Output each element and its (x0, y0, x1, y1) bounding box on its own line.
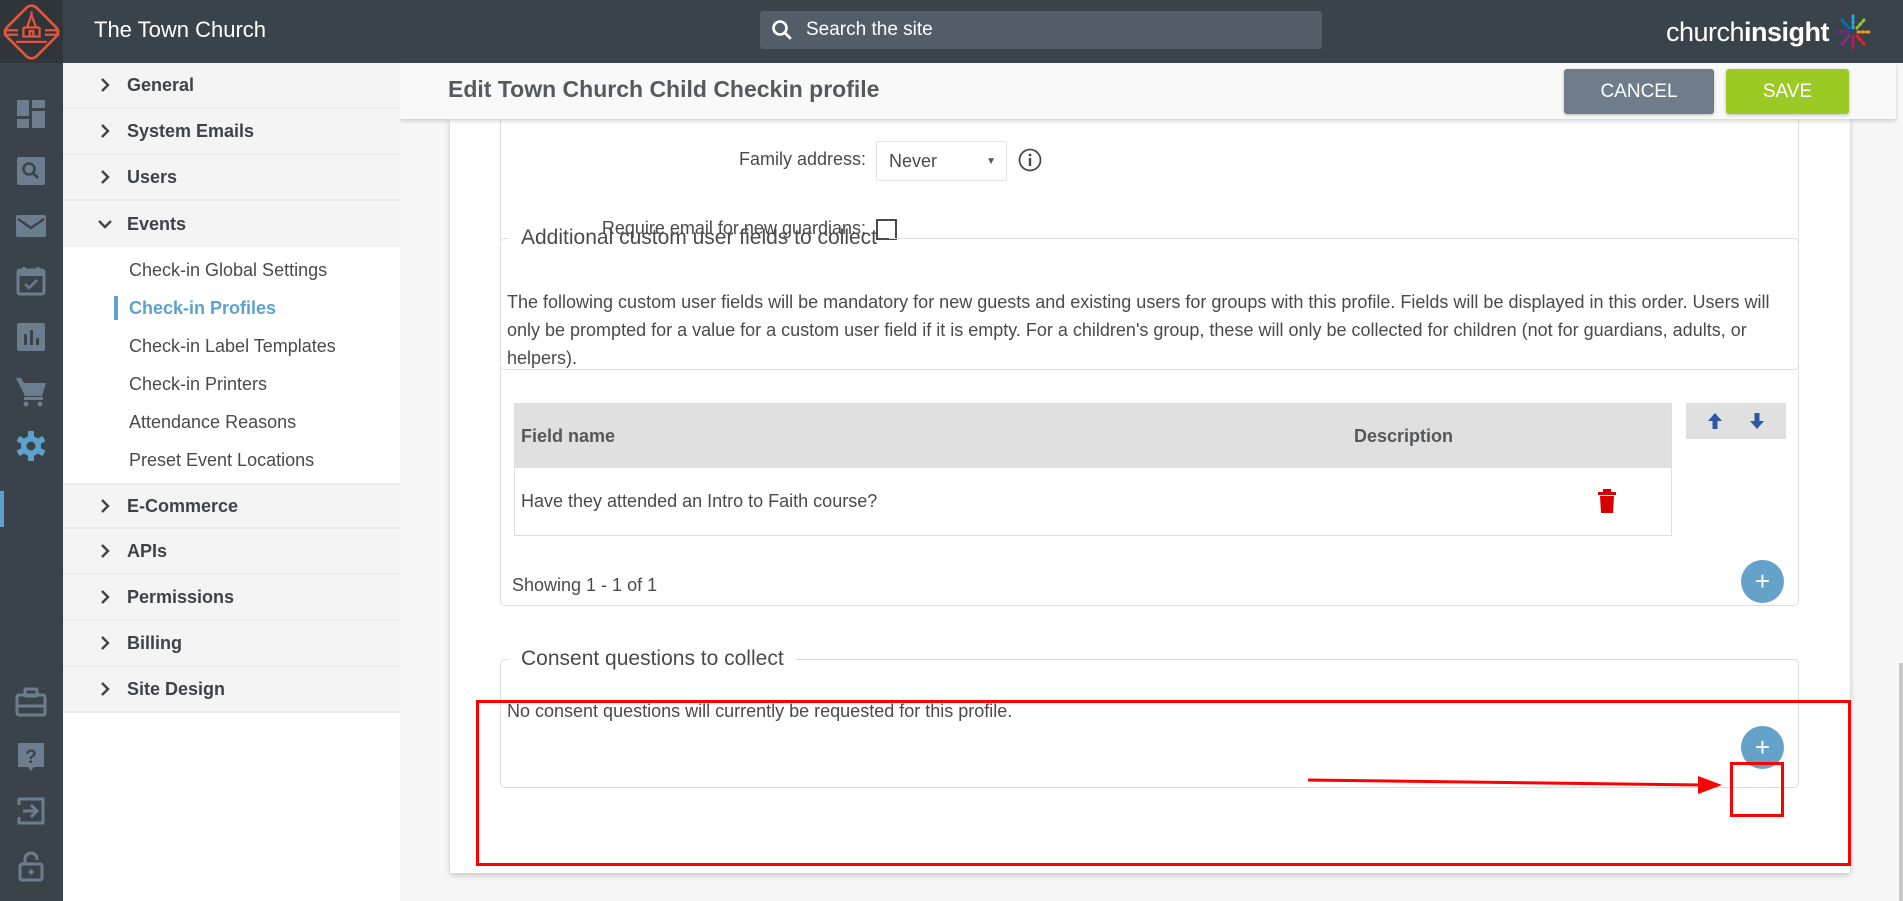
nav-item-checkin-label-templates[interactable]: Check-in Label Templates (69, 327, 400, 365)
sign-in-icon[interactable] (13, 793, 49, 829)
nav-group-label: Users (127, 166, 178, 187)
gear-icon[interactable] (13, 428, 49, 464)
bar-chart-icon[interactable] (13, 319, 49, 355)
plus-icon: + (1754, 565, 1771, 596)
mail-icon[interactable] (13, 208, 49, 244)
chevron-right-icon (95, 635, 115, 651)
family-address-select[interactable]: Never ▼ (876, 141, 1007, 181)
pagination-summary: Showing 1 - 1 of 1 (512, 575, 658, 595)
column-header-field-name[interactable]: Field name (521, 426, 615, 447)
unlock-icon[interactable] (13, 848, 49, 884)
nav-group-apis[interactable]: APIs (63, 529, 400, 575)
nav-group-label: Site Design (127, 678, 226, 699)
family-address-value: Never (889, 150, 938, 171)
nav-group-label: Permissions (127, 586, 235, 607)
page-scrollbar[interactable] (1899, 663, 1903, 901)
table-row[interactable]: Have they attended an Intro to Faith cou… (515, 468, 1671, 535)
church-logo[interactable] (0, 0, 63, 63)
chevron-right-icon (95, 77, 115, 93)
profile-form-card: Family address: Never ▼ Require email fo… (450, 99, 1850, 873)
column-header-description[interactable]: Description (1354, 426, 1453, 447)
caret-down-icon: ▼ (986, 156, 996, 167)
chevron-right-icon (95, 498, 115, 514)
nav-group-label: System Emails (127, 120, 255, 141)
nav-group-e-commerce[interactable]: E-Commerce (63, 483, 400, 529)
briefcase-icon[interactable] (13, 684, 49, 720)
delete-icon[interactable] (1597, 489, 1617, 513)
nav-item-preset-event-locations[interactable]: Preset Event Locations (69, 441, 400, 479)
church-logo-icon (3, 3, 60, 60)
churchinsight-brand[interactable]: churchinsight (1666, 14, 1871, 50)
top-header: The Town Church churchinsight (0, 0, 1903, 63)
svg-text:?: ? (25, 747, 37, 768)
chevron-right-icon (95, 589, 115, 605)
chevron-right-icon (95, 543, 115, 559)
search-icon[interactable] (13, 153, 49, 189)
nav-groups-before: General System Emails Users Events (63, 63, 400, 247)
nav-item-checkin-global-settings[interactable]: Check-in Global Settings (69, 251, 400, 289)
nav-group-billing[interactable]: Billing (63, 621, 400, 667)
reorder-controls (1686, 403, 1786, 439)
consent-questions-section: Consent questions to collect No consent … (500, 647, 1799, 788)
nav-item-checkin-profiles[interactable]: Check-in Profiles (69, 289, 400, 327)
nav-group-system-emails[interactable]: System Emails (63, 109, 400, 155)
icon-rail: ? (0, 63, 63, 901)
nav-group-permissions[interactable]: Permissions (63, 575, 400, 621)
nav-group-users[interactable]: Users (63, 155, 400, 201)
plus-icon: + (1754, 731, 1771, 762)
site-title[interactable]: The Town Church (94, 17, 266, 43)
nav-group-events[interactable]: Events (63, 201, 400, 247)
search-icon (768, 16, 796, 44)
rail-active-indicator (0, 491, 4, 527)
site-search[interactable] (760, 11, 1322, 49)
main-content: Edit Town Church Child Checkin profile C… (400, 63, 1903, 901)
settings-nav: General System Emails Users Events Check… (63, 63, 400, 901)
nav-group-label: Billing (127, 632, 182, 653)
search-input[interactable] (806, 19, 1286, 41)
dashboard-icon[interactable] (13, 96, 49, 132)
page-title: Edit Town Church Child Checkin profile (448, 76, 880, 102)
cart-icon[interactable] (13, 373, 49, 409)
custom-fields-table: Field name Description Have they attende… (514, 403, 1672, 536)
calendar-check-icon[interactable] (13, 263, 49, 299)
custom-fields-section: Additional custom user fields to collect… (500, 226, 1799, 606)
nav-groups-after: E-Commerce APIs Permissions Billing Site… (63, 483, 400, 713)
brand-light: church (1665, 16, 1745, 47)
custom-fields-legend: Additional custom user fields to collect (521, 226, 878, 249)
custom-fields-description: The following custom user fields will be… (507, 292, 1770, 368)
nav-group-general[interactable]: General (63, 63, 400, 109)
brand-spark-icon (1835, 14, 1871, 50)
save-button[interactable]: SAVE (1726, 69, 1849, 114)
add-consent-question-button[interactable]: + (1741, 726, 1784, 769)
nav-group-site-design[interactable]: Site Design (63, 667, 400, 713)
nav-item-checkin-printers[interactable]: Check-in Printers (69, 365, 400, 403)
info-icon[interactable] (1018, 148, 1042, 172)
nav-item-attendance-reasons[interactable]: Attendance Reasons (69, 403, 400, 441)
nav-group-label: APIs (127, 540, 168, 561)
chevron-right-icon (95, 169, 115, 185)
chevron-right-icon (95, 123, 115, 139)
family-address-label: Family address: (738, 149, 866, 169)
events-submenu: Check-in Global Settings Check-in Profil… (69, 247, 400, 483)
move-down-icon[interactable] (1746, 410, 1768, 432)
consent-empty-message: No consent questions will currently be r… (507, 701, 1013, 721)
page-titlebar: Edit Town Church Child Checkin profile C… (400, 63, 1896, 119)
help-icon[interactable]: ? (13, 739, 49, 775)
brand-bold: insight (1744, 16, 1830, 47)
chevron-right-icon (95, 681, 115, 697)
cancel-button[interactable]: CANCEL (1564, 69, 1714, 114)
table-header: Field name Description (515, 404, 1671, 468)
brand-wordmark: churchinsight (1665, 16, 1830, 48)
nav-group-label: E-Commerce (127, 495, 239, 516)
add-custom-field-button[interactable]: + (1741, 560, 1784, 603)
nav-group-label: General (127, 74, 195, 95)
consent-legend: Consent questions to collect (521, 647, 784, 670)
move-up-icon[interactable] (1704, 410, 1726, 432)
chevron-down-icon (95, 218, 115, 230)
nav-group-label: Events (127, 213, 187, 234)
field-name-cell: Have they attended an Intro to Faith cou… (521, 491, 878, 511)
